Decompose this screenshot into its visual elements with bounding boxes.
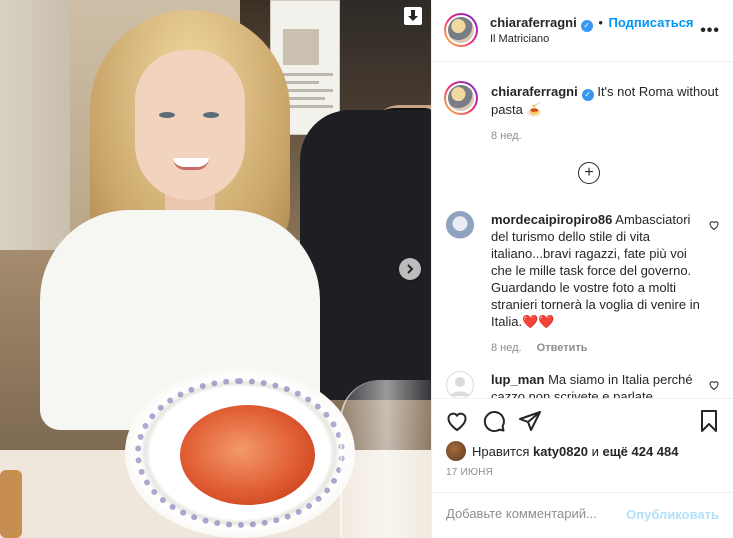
chevron-right-icon[interactable]: [399, 258, 421, 280]
comment-text: Ambasciatori del turismo dello stile di …: [491, 212, 700, 329]
post-photo[interactable]: [0, 0, 431, 538]
verified-badge-icon: ✓: [581, 89, 594, 101]
caption-time[interactable]: 8 нед.: [491, 128, 731, 145]
verified-badge-icon: ✓: [580, 20, 593, 32]
likes-count[interactable]: ещё 424 484: [602, 444, 678, 459]
caption-author-avatar[interactable]: [444, 81, 478, 115]
reply-button[interactable]: Ответить: [537, 342, 588, 354]
post-sidebar: chiaraferragni ✓ • Подписаться Il Matrici…: [431, 0, 733, 538]
comment-like-icon[interactable]: [708, 219, 720, 231]
comments-list[interactable]: chiaraferragni ✓ It's not Roma without pa…: [432, 63, 733, 398]
caption-username[interactable]: chiaraferragni: [491, 84, 578, 99]
author-username[interactable]: chiaraferragni: [490, 15, 577, 30]
comment-time[interactable]: 8 нед.: [491, 342, 522, 354]
comment-username[interactable]: mordecaipiropiro86: [491, 212, 612, 227]
author-avatar[interactable]: [444, 13, 478, 47]
commenter-avatar[interactable]: [446, 371, 474, 398]
paper-plane-icon[interactable]: [518, 409, 542, 433]
comment-input[interactable]: [446, 506, 616, 521]
add-comment-bar: Опубликовать: [432, 492, 733, 538]
comment-like-icon[interactable]: [708, 379, 720, 391]
likes-middle: и: [591, 443, 599, 459]
post-header: chiaraferragni ✓ • Подписаться Il Matrici…: [432, 0, 733, 62]
liker-username[interactable]: katy0820: [533, 444, 588, 459]
heart-icon[interactable]: [445, 409, 469, 433]
comment-username[interactable]: lup_man: [491, 372, 544, 387]
likes-summary: Нравится katy0820 и ещё 424 484: [446, 441, 679, 461]
download-arrow-icon[interactable]: [404, 7, 422, 25]
post-actions: Нравится katy0820 и ещё 424 484 17 ИЮНЯ …: [432, 398, 733, 538]
more-options-icon[interactable]: •••: [700, 22, 720, 40]
post-location[interactable]: Il Matriciano: [490, 33, 549, 45]
post-date[interactable]: 17 ИЮНЯ: [446, 467, 493, 478]
photo-pasta: [180, 405, 315, 505]
photo-wine-glass: [340, 380, 431, 538]
comment-bubble-icon[interactable]: [482, 409, 506, 433]
likes-prefix: Нравится: [472, 443, 530, 459]
bookmark-icon[interactable]: [697, 409, 721, 433]
publish-button[interactable]: Опубликовать: [626, 507, 719, 522]
follow-button[interactable]: Подписаться: [609, 15, 694, 30]
photo-bread: [0, 470, 22, 538]
liker-avatar[interactable]: [446, 441, 466, 461]
plus-circle-icon[interactable]: +: [578, 162, 600, 184]
commenter-avatar[interactable]: [446, 211, 474, 239]
